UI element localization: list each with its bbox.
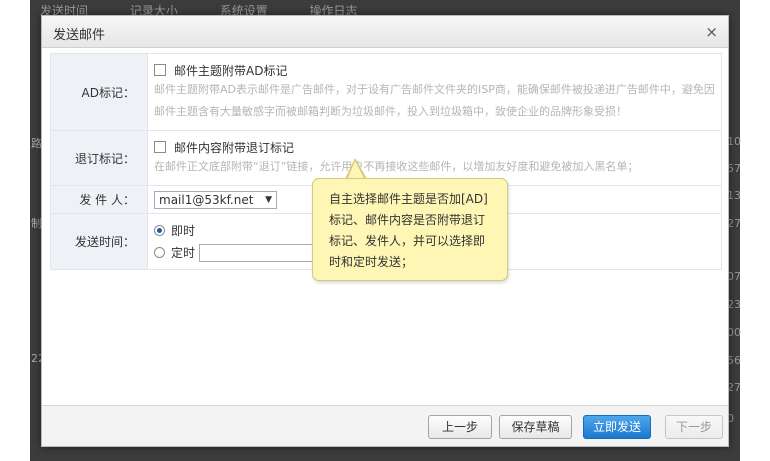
ad-checkbox-line[interactable]: 邮件主题附带AD标记 bbox=[154, 61, 715, 79]
background-number: 00 bbox=[727, 326, 741, 339]
background-number: 23 bbox=[727, 298, 741, 311]
scheduled-radio[interactable] bbox=[154, 247, 165, 258]
background-number: 57 bbox=[727, 162, 741, 175]
unsubscribe-checkbox[interactable] bbox=[154, 141, 166, 153]
background-number: 07 bbox=[727, 270, 741, 283]
dialog-header: 发送邮件 × bbox=[42, 16, 728, 48]
unsubscribe-checkbox-line[interactable]: 邮件内容附带退订标记 bbox=[154, 138, 715, 156]
dialog-title: 发送邮件 bbox=[53, 28, 106, 43]
send-now-radio[interactable] bbox=[154, 225, 165, 236]
background-number: 56 bbox=[727, 354, 741, 367]
sender-select[interactable]: mail1@53kf.net ▼ bbox=[154, 190, 277, 209]
dialog-footer: 上一步 保存草稿 立即发送 下一步 bbox=[42, 405, 728, 446]
send-now-button[interactable]: 立即发送 bbox=[583, 415, 651, 439]
background-number: 27 bbox=[727, 217, 741, 230]
send-time-label: 发送时间： bbox=[50, 213, 148, 270]
background-number: 27 bbox=[727, 381, 741, 394]
background-number: 13 bbox=[727, 189, 741, 202]
scheduled-label[interactable]: 定时 bbox=[171, 244, 195, 261]
ad-row: AD标记： 邮件主题附带AD标记 邮件主题附带AD表示邮件是广告邮件，对于设有广… bbox=[50, 53, 722, 131]
sender-select-value: mail1@53kf.net bbox=[159, 192, 254, 207]
ad-label: AD标记： bbox=[50, 53, 148, 131]
ad-description: 邮件主题附带AD表示邮件是广告邮件，对于设有广告邮件文件夹的ISP商，能确保邮件… bbox=[154, 83, 715, 118]
scheduled-time-input[interactable] bbox=[199, 243, 330, 262]
save-draft-button[interactable]: 保存草稿 bbox=[499, 415, 572, 439]
ad-checkbox-label[interactable]: 邮件主题附带AD标记 bbox=[174, 62, 287, 79]
background-number: 10 bbox=[727, 135, 741, 148]
close-icon[interactable]: × bbox=[705, 23, 718, 41]
prev-step-button[interactable]: 上一步 bbox=[428, 415, 492, 439]
ad-content: 邮件主题附带AD标记 邮件主题附带AD表示邮件是广告邮件，对于设有广告邮件文件夹… bbox=[147, 53, 722, 131]
unsubscribe-checkbox-label[interactable]: 邮件内容附带退订标记 bbox=[174, 139, 294, 156]
send-now-label[interactable]: 即时 bbox=[171, 222, 195, 239]
next-step-button[interactable]: 下一步 bbox=[665, 415, 723, 439]
unsubscribe-description: 在邮件正文底部附带“退订”链接，允许用户不再接收这些邮件，以增加友好度和避免被加… bbox=[154, 160, 639, 173]
help-tooltip: 自主选择邮件主题是否加[AD]标记、邮件内容是否附带退订标记、发件人，并可以选择… bbox=[312, 178, 508, 281]
ad-checkbox[interactable] bbox=[154, 64, 166, 76]
caret-down-icon: ▼ bbox=[265, 194, 272, 205]
sender-label: 发 件 人： bbox=[50, 185, 148, 214]
unsubscribe-label: 退订标记： bbox=[50, 130, 148, 186]
